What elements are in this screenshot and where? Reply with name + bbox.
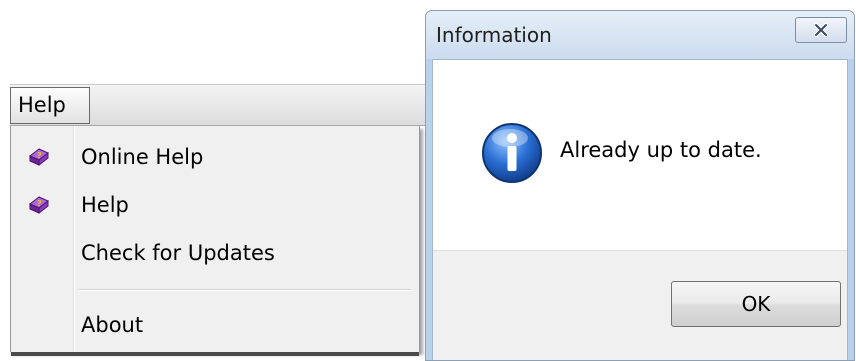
help-book-icon: ? bbox=[29, 196, 49, 215]
close-icon bbox=[814, 23, 828, 37]
menu-item-online-help[interactable]: ? Online Help bbox=[11, 137, 417, 177]
ok-button[interactable]: OK bbox=[671, 281, 841, 327]
menu-item-label: Online Help bbox=[81, 145, 204, 169]
message-area: Already up to date. bbox=[433, 60, 847, 250]
menu-item-label: Check for Updates bbox=[81, 241, 275, 265]
help-dropdown-menu: ? Online Help ? Help Check for Updates A… bbox=[10, 126, 420, 356]
menu-item-about[interactable]: About bbox=[11, 305, 417, 345]
menu-item-label: Help bbox=[81, 193, 129, 217]
menu-item-help[interactable]: ? Help bbox=[11, 185, 417, 225]
menu-separator bbox=[79, 289, 411, 291]
menu-bar: Help bbox=[10, 84, 430, 126]
dialog-titlebar[interactable]: Information bbox=[426, 11, 854, 59]
close-button[interactable] bbox=[795, 17, 847, 43]
dialog-button-area: OK bbox=[433, 250, 847, 360]
screenshot-stage: Help ? Online Help ? Help Check for Upda… bbox=[0, 0, 856, 361]
dialog-title: Information bbox=[436, 23, 552, 47]
dialog-client-area: Already up to date. OK bbox=[432, 59, 848, 360]
svg-text:?: ? bbox=[37, 199, 42, 208]
menu-item-label: About bbox=[81, 313, 144, 337]
info-icon bbox=[482, 123, 542, 183]
help-book-icon: ? bbox=[29, 148, 49, 167]
help-menu[interactable]: Help bbox=[10, 87, 90, 124]
menu-item-check-for-updates[interactable]: Check for Updates bbox=[11, 233, 417, 273]
svg-text:?: ? bbox=[37, 151, 42, 160]
information-dialog: Information Already up to date. OK bbox=[425, 10, 855, 361]
dialog-message: Already up to date. bbox=[560, 138, 762, 162]
